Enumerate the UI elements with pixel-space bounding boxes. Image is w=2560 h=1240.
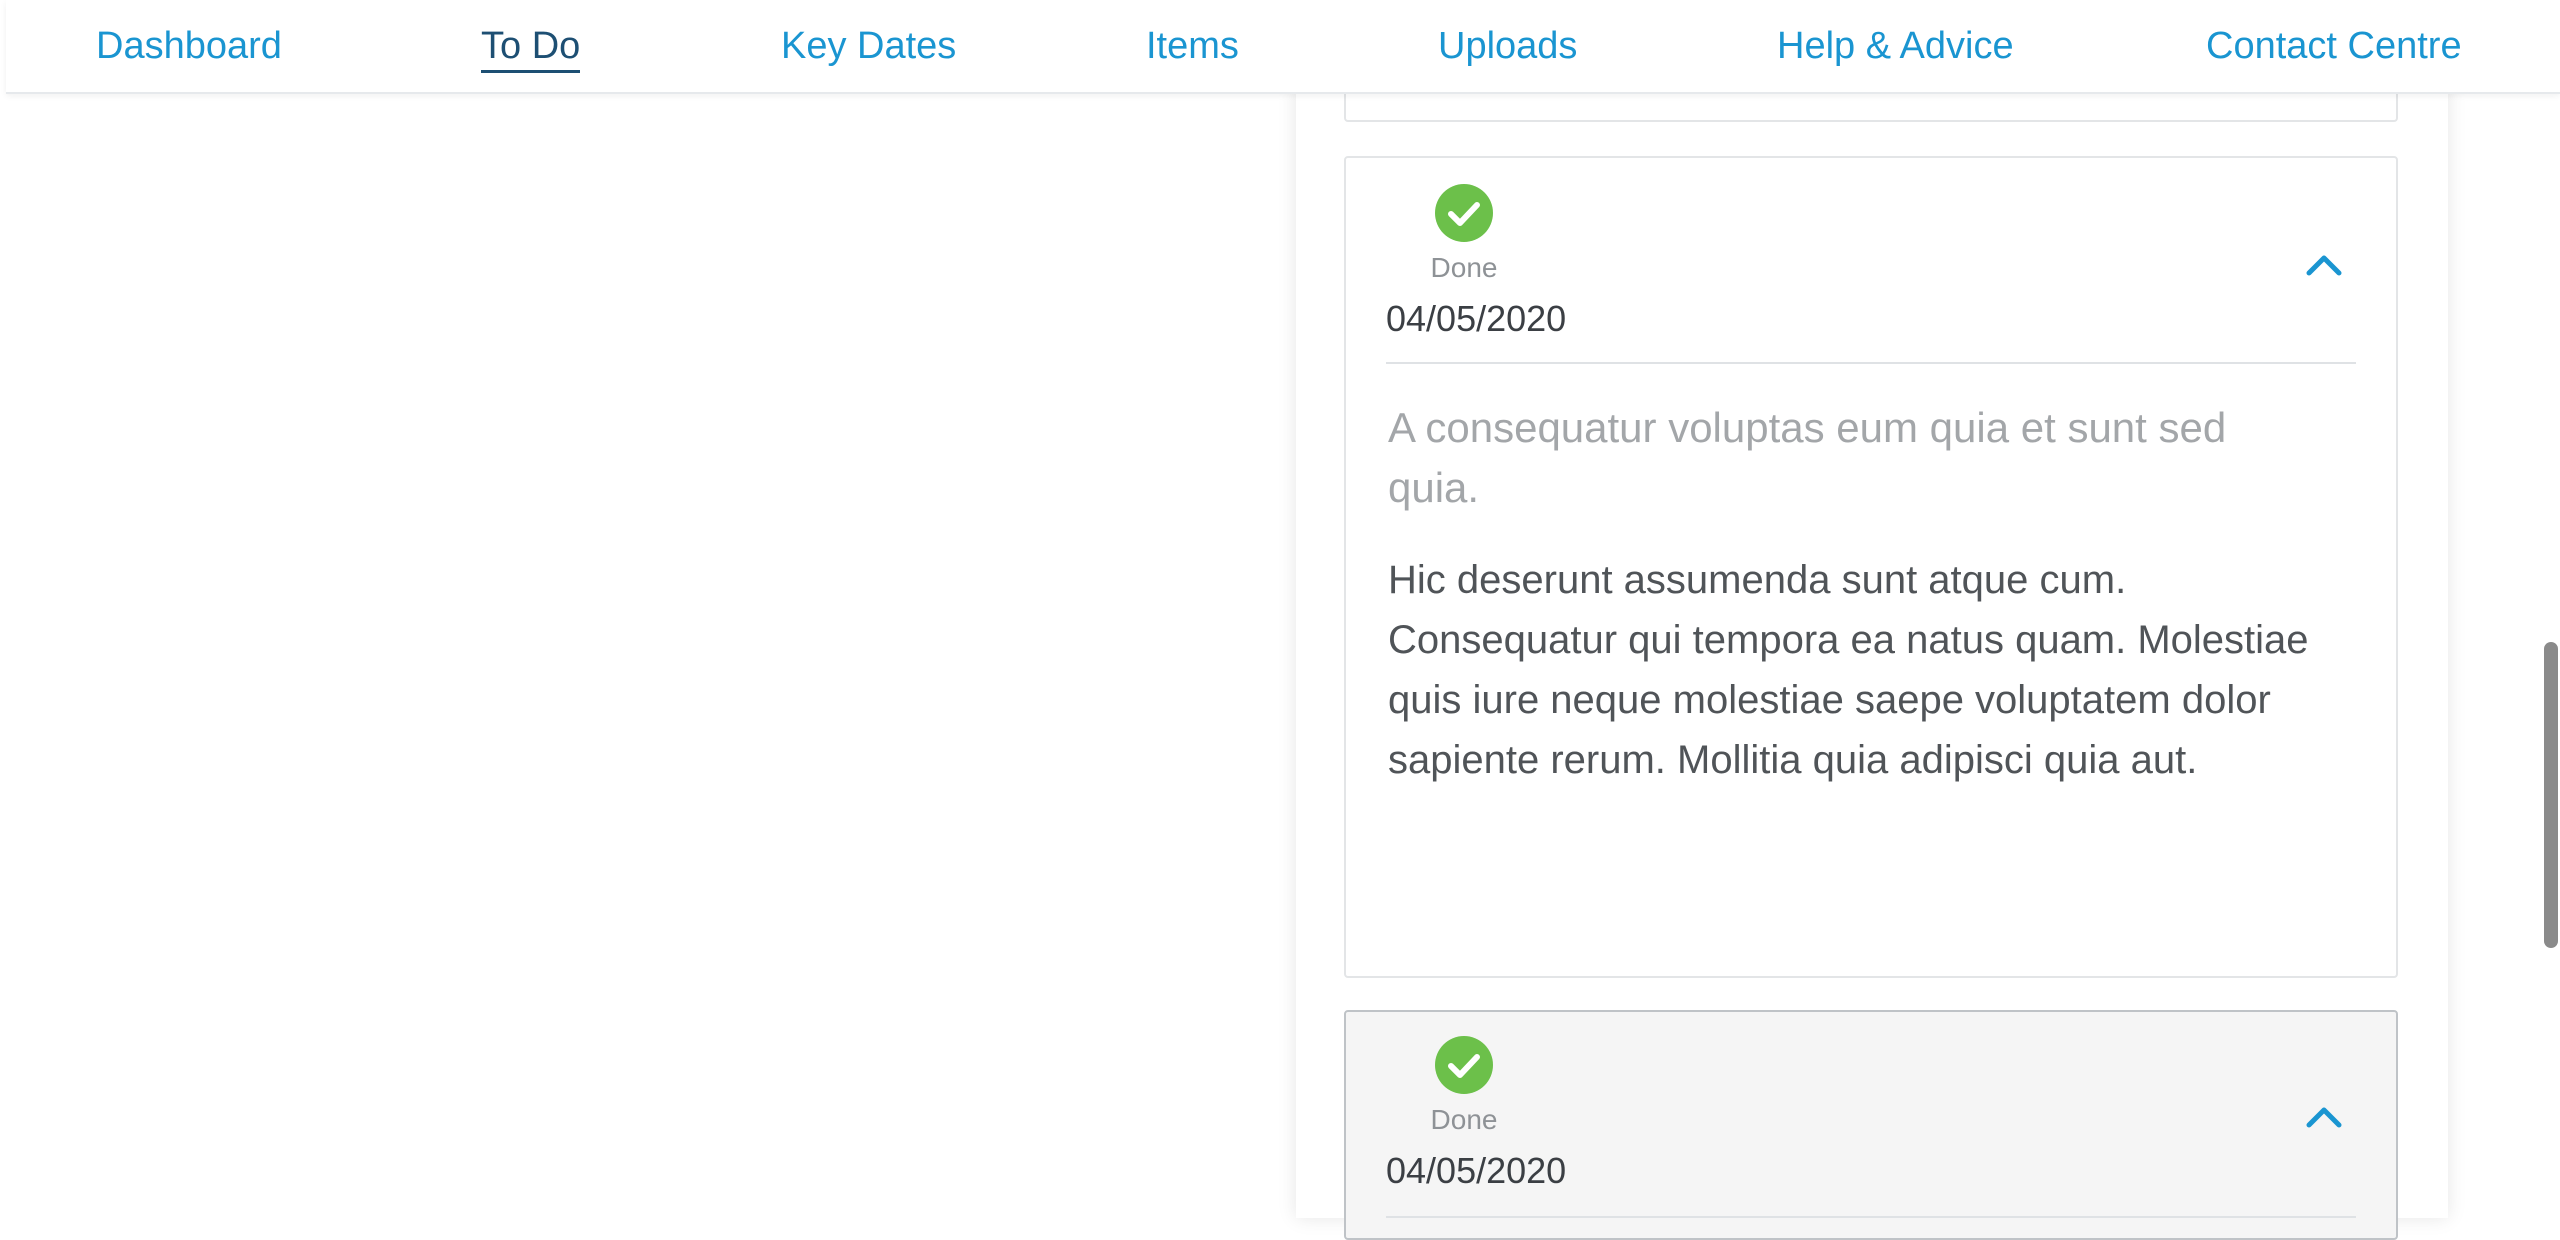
top-navigation: Dashboard To Do Key Dates Items Uploads … xyxy=(6,0,2560,94)
todo-card: Done 04/05/2020 A consequatur voluptas e… xyxy=(1344,156,2398,978)
status-block: Done xyxy=(1422,184,1506,284)
todo-subtitle: A consequatur voluptas eum quia et sunt … xyxy=(1388,404,2227,511)
scrollbar-thumb[interactable] xyxy=(2544,642,2558,948)
chevron-up-icon[interactable] xyxy=(2304,1102,2344,1130)
check-circle-icon xyxy=(1435,1036,1493,1094)
status-label: Done xyxy=(1430,252,1498,283)
nav-items[interactable]: Items xyxy=(1146,22,1239,70)
nav-contact-centre[interactable]: Contact Centre xyxy=(2206,22,2462,70)
todo-date: 04/05/2020 xyxy=(1386,1150,1567,1191)
nav-key-dates[interactable]: Key Dates xyxy=(781,22,956,70)
todo-date: 04/05/2020 xyxy=(1386,298,1567,339)
active-tab-underline xyxy=(481,70,581,73)
card-divider xyxy=(1386,362,2356,364)
status-block: Done xyxy=(1422,1036,1506,1136)
nav-to-do[interactable]: To Do xyxy=(481,22,581,73)
vertical-scrollbar[interactable] xyxy=(2540,92,2560,1218)
nav-to-do-label: To Do xyxy=(481,25,581,67)
todo-description: Hic deserunt assumenda sunt atque cum. C… xyxy=(1388,558,2309,782)
nav-dashboard[interactable]: Dashboard xyxy=(96,22,282,70)
status-label: Done xyxy=(1430,1104,1498,1135)
chevron-up-icon[interactable] xyxy=(2304,250,2344,278)
check-circle-icon xyxy=(1435,184,1493,242)
nav-uploads[interactable]: Uploads xyxy=(1438,22,1577,70)
todo-card: Done 04/05/2020 xyxy=(1344,1010,2398,1240)
nav-help-advice[interactable]: Help & Advice xyxy=(1777,22,2014,70)
